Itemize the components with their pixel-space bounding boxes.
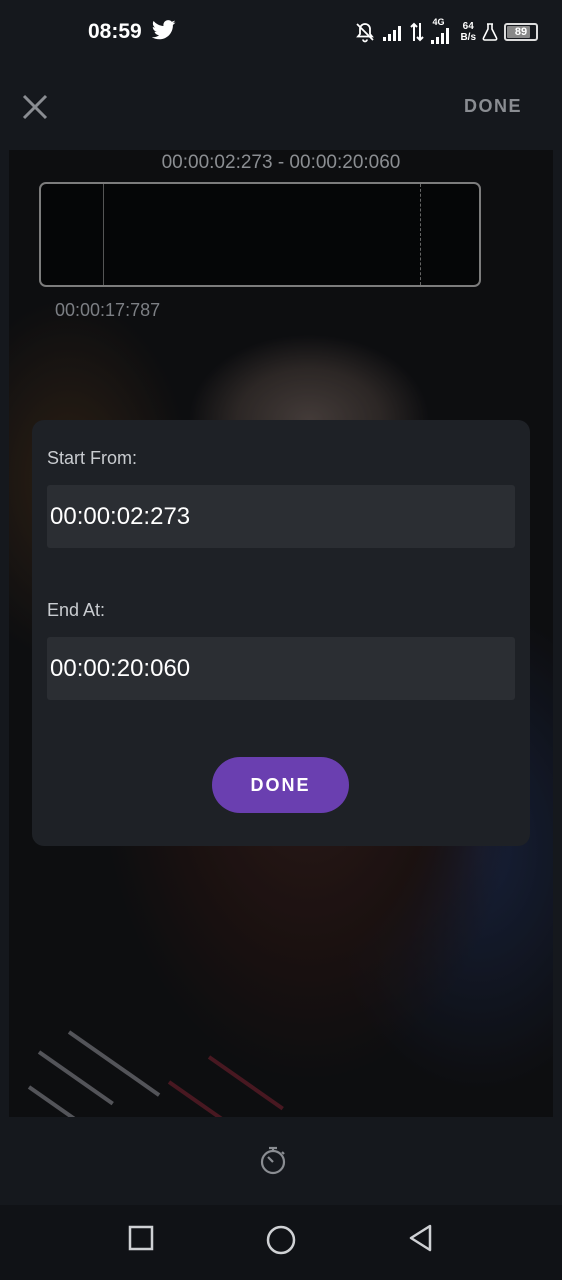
start-marker[interactable] <box>103 184 104 285</box>
trim-time-dialog: Start From: End At: DONE <box>32 420 530 846</box>
network-speed: 64 B/s <box>460 21 476 43</box>
status-bar: 08:59 4G 64 B/s 89 <box>0 0 562 64</box>
status-time: 08:59 <box>88 20 142 43</box>
start-time-field[interactable] <box>47 485 515 548</box>
timer-icon[interactable] <box>258 1146 288 1176</box>
network-speed-value: 64 <box>462 21 474 32</box>
home-icon[interactable] <box>264 1223 298 1257</box>
playhead-marker[interactable] <box>420 184 421 285</box>
close-icon[interactable] <box>20 92 50 122</box>
battery-level: 89 <box>514 26 528 38</box>
battery-icon: 89 <box>504 23 538 41</box>
network-speed-unit: B/s <box>460 32 476 43</box>
end-at-label: End At: <box>47 600 106 620</box>
end-time-field[interactable] <box>47 637 515 700</box>
back-icon[interactable] <box>406 1223 436 1253</box>
data-transfer-icon <box>410 22 425 42</box>
start-from-label: Start From: <box>47 448 138 468</box>
navigation-bar <box>0 1205 562 1280</box>
signal-icon <box>383 26 402 41</box>
recents-icon[interactable] <box>126 1223 156 1253</box>
timeline-strip[interactable] <box>39 182 481 287</box>
trim-range-label: 00:00:02:273 - 00:00:20:060 <box>161 152 401 173</box>
lab-icon <box>482 23 498 41</box>
twitter-icon <box>152 20 176 40</box>
dialog-done-button[interactable]: DONE <box>212 757 349 813</box>
top-done-button[interactable]: DONE <box>464 96 522 117</box>
signal-4g-icon: 4G <box>430 17 454 45</box>
cursor-time-label: 00:00:17:787 <box>55 300 161 320</box>
notifications-off-icon <box>356 23 375 43</box>
